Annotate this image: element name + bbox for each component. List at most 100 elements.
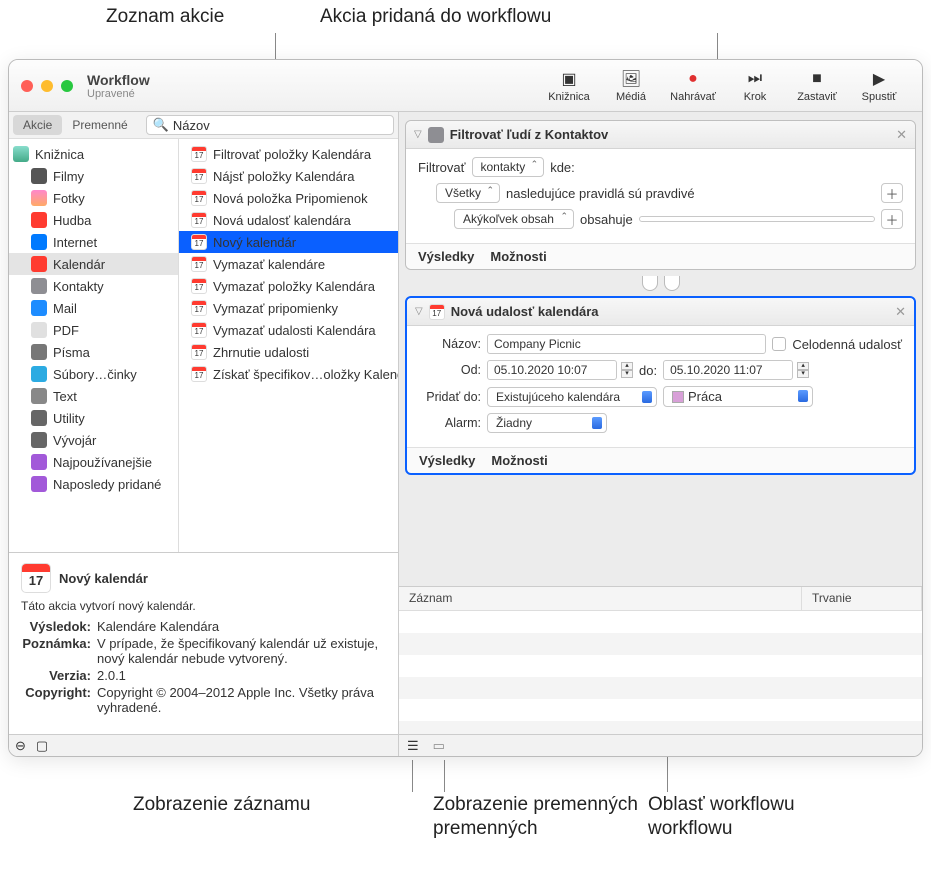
disclosure-icon[interactable]: ▽ (414, 129, 422, 140)
segment-actions[interactable]: Akcie (13, 115, 62, 135)
action-label: Nájsť položky Kalendára (213, 169, 354, 184)
action-header[interactable]: ▽ Nová udalosť kalendára ✕ (407, 298, 914, 326)
close-icon[interactable]: ✕ (895, 304, 906, 320)
add-rule-button[interactable]: ＋ (881, 183, 903, 203)
action-list-item[interactable]: Vymazať pripomienky (179, 297, 398, 319)
calendar-icon (429, 304, 445, 320)
log-col-duration[interactable]: Trvanie (802, 587, 922, 610)
library-item[interactable]: Internet (9, 231, 178, 253)
library-label: Fotky (53, 191, 85, 206)
callout-action-list: Zoznam akcie (106, 6, 224, 28)
action-list-item[interactable]: Zhrnutie udalosti (179, 341, 398, 363)
close-icon[interactable]: ✕ (896, 127, 907, 143)
library-item[interactable]: PDF (9, 319, 178, 341)
action-header[interactable]: ▽ Filtrovať ľudí z Kontaktov ✕ (406, 121, 915, 149)
add-condition-button[interactable]: ＋ (881, 209, 903, 229)
library-item[interactable]: Kontakty (9, 275, 178, 297)
action-label: Vymazať kalendáre (213, 257, 325, 272)
library-item[interactable]: Filmy (9, 165, 178, 187)
log-view-icon[interactable]: ☰ (407, 738, 419, 754)
action-list-item[interactable]: Nová udalosť kalendára (179, 209, 398, 231)
workflow-area[interactable]: ▽ Filtrovať ľudí z Kontaktov ✕ Filtrovať… (399, 112, 922, 586)
info-pane: Nový kalendár Táto akcia vytvorí nový ka… (9, 552, 398, 734)
allday-checkbox[interactable] (772, 337, 786, 351)
results-tab[interactable]: Výsledky (419, 453, 475, 468)
library-item[interactable]: Vývojár (9, 429, 178, 451)
library-item[interactable]: Hudba (9, 209, 178, 231)
results-tab[interactable]: Výsledky (418, 249, 474, 264)
alarm-select[interactable]: Žiadny (487, 413, 607, 433)
toolbar-stop[interactable]: ■Zastaviť (786, 69, 848, 103)
action-filter-contacts[interactable]: ▽ Filtrovať ľudí z Kontaktov ✕ Filtrovať… (405, 120, 916, 270)
from-stepper[interactable]: ▴▾ (621, 362, 633, 378)
library-item[interactable]: Písma (9, 341, 178, 363)
callout-var-view: Zobrazenie premenných (433, 794, 638, 816)
library-item[interactable]: Utility (9, 407, 178, 429)
callout-action-added: Akcia pridaná do workflowu (320, 6, 551, 28)
toolbar-media[interactable]: 🖼Médiá (600, 69, 662, 103)
automator-window: Workflow Upravené ▣Knižnica 🖼Médiá ●Nahr… (8, 59, 923, 757)
action-label: Nová udalosť kalendára (213, 213, 351, 228)
disclosure-icon[interactable]: ▽ (415, 306, 423, 317)
calendar-icon (21, 563, 51, 593)
info-title: Nový kalendár (59, 571, 148, 586)
action-list-item[interactable]: Vymazať udalosti Kalendára (179, 319, 398, 341)
library-item[interactable]: Text (9, 385, 178, 407)
action-label: Nový kalendár (213, 235, 296, 250)
toolbar-record[interactable]: ●Nahrávať (662, 69, 724, 103)
name-input[interactable]: Company Picnic (487, 334, 766, 354)
content-select[interactable]: Akýkoľvek obsah (454, 209, 574, 229)
options-tab[interactable]: Možnosti (490, 249, 546, 264)
to-stepper[interactable]: ▴▾ (797, 362, 809, 378)
library-item[interactable]: Naposledy pridané (9, 473, 178, 495)
action-list-item[interactable]: Nájsť položky Kalendára (179, 165, 398, 187)
filter-select[interactable]: kontakty (472, 157, 545, 177)
library-label: Kontakty (53, 279, 104, 294)
info-version-value: 2.0.1 (97, 668, 386, 683)
from-input[interactable]: 05.10.2020 10:07 (487, 360, 617, 380)
action-label: Vymazať udalosti Kalendára (213, 323, 376, 338)
action-list-item[interactable]: Nový kalendár (179, 231, 398, 253)
addto-label: Pridať do: (419, 390, 481, 404)
close-button[interactable] (21, 80, 33, 92)
segment-variables[interactable]: Premenné (62, 115, 137, 135)
toolbar-run[interactable]: ▶Spustiť (848, 69, 910, 103)
action-new-calendar-event[interactable]: ▽ Nová udalosť kalendára ✕ Názov: Compan… (405, 296, 916, 475)
where-label: kde: (550, 160, 575, 175)
log-col-record[interactable]: Záznam (399, 587, 802, 610)
library-item[interactable]: Súbory…činky (9, 363, 178, 385)
action-connector (642, 276, 680, 290)
panel-icon[interactable]: ▢ (36, 738, 48, 754)
library-item[interactable]: Fotky (9, 187, 178, 209)
library-column[interactable]: KnižnicaFilmy Fotky HudbaInternetKalendár K… (9, 139, 179, 552)
to-input[interactable]: 05.10.2020 11:07 (663, 360, 793, 380)
variables-view-icon[interactable]: ▭ (433, 738, 445, 754)
search-input[interactable]: 🔍 Názov (146, 115, 394, 135)
addto-select[interactable]: Existujúceho kalendára (487, 387, 657, 407)
log-body[interactable] (399, 611, 922, 734)
category-icon (31, 212, 47, 228)
calendar-select[interactable]: Práca (663, 386, 813, 407)
bottom-strip-right: ☰ ▭ (399, 734, 922, 756)
toolbar-step[interactable]: ⏭Krok (724, 69, 786, 103)
action-label: Vymazať položky Kalendára (213, 279, 375, 294)
library-item[interactable]: Kalendár (9, 253, 178, 275)
action-list-item[interactable]: Vymazať kalendáre (179, 253, 398, 275)
contains-input[interactable] (639, 216, 875, 222)
all-select[interactable]: Všetky (436, 183, 500, 203)
minimize-button[interactable] (41, 80, 53, 92)
library-item[interactable]: Knižnica (9, 143, 178, 165)
toolbar-library[interactable]: ▣Knižnica (538, 69, 600, 103)
action-list-item[interactable]: Vymazať položky Kalendára (179, 275, 398, 297)
action-list-item[interactable]: Nová položka Pripomienok (179, 187, 398, 209)
library-item[interactable]: Mail (9, 297, 178, 319)
action-list-item[interactable]: Filtrovať položky Kalendára (179, 143, 398, 165)
log-pane: Záznam Trvanie (399, 586, 922, 734)
options-tab[interactable]: Možnosti (491, 453, 547, 468)
log-header: Záznam Trvanie (399, 587, 922, 611)
actions-column[interactable]: Filtrovať položky Kalendára Nájsť položky… (179, 139, 398, 552)
action-list-item[interactable]: Získať špecifikov…oložky Kalendára (179, 363, 398, 385)
sync-icon[interactable]: ⊖ (15, 738, 26, 754)
zoom-button[interactable] (61, 80, 73, 92)
library-item[interactable]: Najpoužívanejšie (9, 451, 178, 473)
